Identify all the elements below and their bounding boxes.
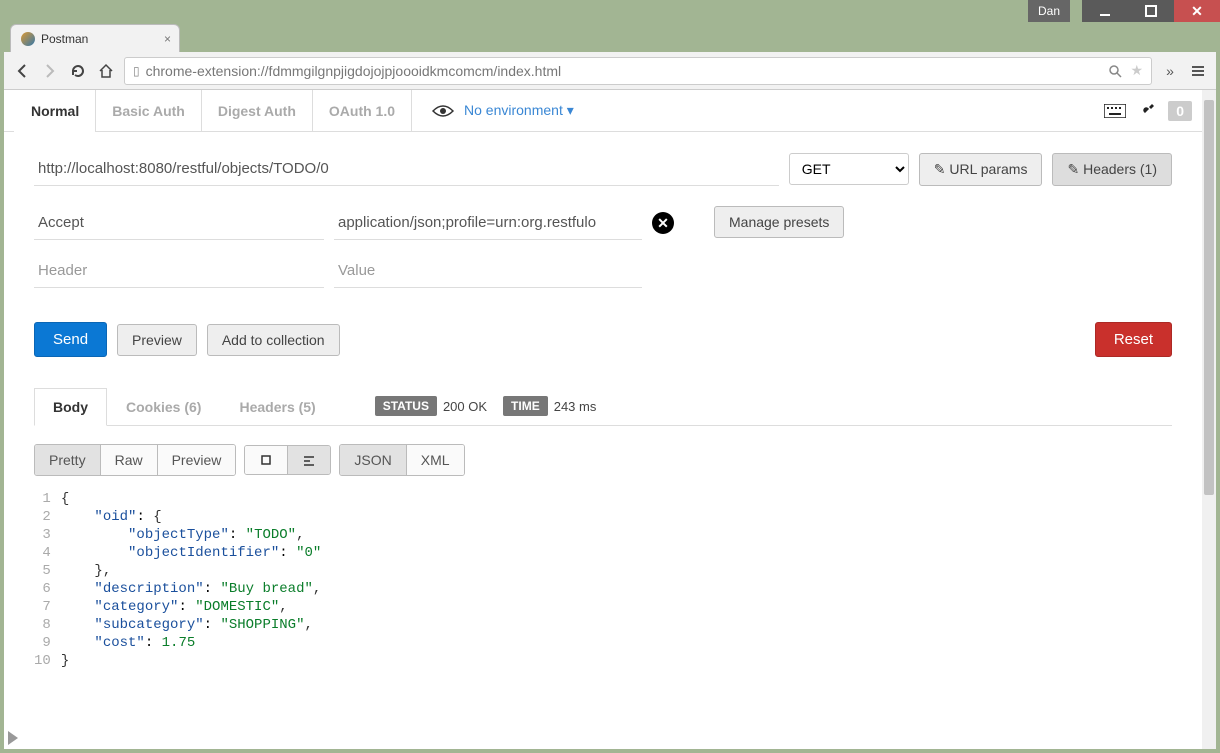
format-group: JSON XML	[339, 444, 464, 476]
request-row: GET ✎ URL params ✎ Headers (1)	[34, 152, 1172, 186]
nav-toolbar: ▯ ★ »	[4, 52, 1216, 90]
page-icon: ▯	[133, 64, 140, 78]
auth-tab-oauth1[interactable]: OAuth 1.0	[313, 90, 412, 132]
address-input[interactable]	[146, 63, 1109, 79]
header-value-input[interactable]	[334, 206, 642, 240]
zoom-icon[interactable]	[1108, 64, 1122, 78]
back-button[interactable]	[12, 61, 32, 81]
send-button[interactable]: Send	[34, 322, 107, 357]
remove-header-button[interactable]: ✕	[652, 212, 674, 234]
http-method-select[interactable]: GET	[789, 153, 909, 185]
response-tabs: Body Cookies (6) Headers (5) STATUS 200 …	[34, 387, 1172, 426]
auth-tab-basic[interactable]: Basic Auth	[96, 90, 202, 132]
manage-presets-button[interactable]: Manage presets	[714, 206, 844, 238]
edit-icon: ✎	[934, 161, 946, 177]
response-status-info: STATUS 200 OK TIME 243 ms	[375, 396, 607, 416]
tab-title: Postman	[41, 32, 88, 46]
reset-button[interactable]: Reset	[1095, 322, 1172, 357]
pretty-button[interactable]: Pretty	[35, 445, 101, 475]
preview-response-button[interactable]: Preview	[158, 445, 236, 475]
settings-icon[interactable]	[1138, 102, 1156, 120]
eye-icon[interactable]	[432, 104, 454, 118]
response-tab-body[interactable]: Body	[34, 388, 107, 426]
response-tab-cookies[interactable]: Cookies (6)	[107, 388, 220, 426]
tab-close-button[interactable]: ×	[164, 32, 171, 46]
header-key-input-new[interactable]	[34, 254, 324, 288]
time-label: TIME	[503, 396, 548, 416]
view-mode-row: Pretty Raw Preview JSON XML	[34, 444, 1172, 476]
raw-button[interactable]: Raw	[101, 445, 158, 475]
edit-icon: ✎	[1067, 161, 1079, 177]
url-params-label: URL params	[949, 161, 1027, 177]
status-label: STATUS	[375, 396, 437, 416]
history-count-badge[interactable]: 0	[1168, 101, 1192, 121]
content-area: Normal Basic Auth Digest Auth OAuth 1.0 …	[4, 90, 1216, 749]
home-button[interactable]	[96, 61, 116, 81]
overflow-button[interactable]: »	[1160, 61, 1180, 81]
response-tab-headers[interactable]: Headers (5)	[220, 388, 334, 426]
action-row: Send Preview Add to collection Reset	[34, 322, 1172, 357]
expand-triangle-icon[interactable]	[8, 731, 18, 745]
window-minimize-button[interactable]	[1082, 0, 1128, 22]
browser-window: Postman × ▯ ★ »	[0, 22, 1220, 753]
preview-button[interactable]: Preview	[117, 324, 197, 356]
forward-button[interactable]	[40, 61, 60, 81]
user-badge: Dan	[1028, 0, 1070, 22]
xml-button[interactable]: XML	[407, 445, 464, 475]
keyboard-icon[interactable]	[1104, 104, 1126, 118]
add-to-collection-button[interactable]: Add to collection	[207, 324, 340, 356]
environment-selector[interactable]: No environment ▾	[464, 102, 574, 119]
tab-strip: Postman ×	[4, 22, 1216, 52]
window-titlebar: Dan ✕	[0, 0, 1220, 22]
auth-tabs: Normal Basic Auth Digest Auth OAuth 1.0	[14, 90, 412, 132]
url-params-button[interactable]: ✎ URL params	[919, 153, 1043, 186]
time-value: 243 ms	[554, 399, 597, 414]
wrap-icon[interactable]	[288, 446, 330, 474]
auth-tab-digest[interactable]: Digest Auth	[202, 90, 313, 132]
auth-tab-normal[interactable]: Normal	[14, 90, 96, 132]
menu-button[interactable]	[1188, 61, 1208, 81]
favicon-icon	[21, 32, 35, 46]
headers-toggle-button[interactable]: ✎ Headers (1)	[1052, 153, 1172, 186]
scrollbar-thumb[interactable]	[1204, 100, 1214, 495]
headers-section: ✕ Manage presets	[34, 206, 1172, 302]
window-maximize-button[interactable]	[1128, 0, 1174, 22]
wrap-group	[244, 445, 331, 475]
line-numbers: 12345678910	[34, 490, 61, 670]
header-row: ✕	[34, 206, 674, 240]
bookmark-star-icon[interactable]: ★	[1130, 62, 1143, 79]
vertical-scrollbar[interactable]	[1202, 90, 1216, 749]
address-bar[interactable]: ▯ ★	[124, 57, 1152, 85]
postman-top-toolbar: Normal Basic Auth Digest Auth OAuth 1.0 …	[4, 90, 1202, 132]
code-content[interactable]: { "oid": { "objectType": "TODO", "object…	[61, 490, 321, 670]
header-key-input[interactable]	[34, 206, 324, 240]
render-mode-group: Pretty Raw Preview	[34, 444, 236, 476]
headers-toggle-label: Headers (1)	[1083, 161, 1157, 177]
header-row-new	[34, 254, 674, 288]
copy-icon[interactable]	[245, 446, 288, 474]
reload-button[interactable]	[68, 61, 88, 81]
request-url-input[interactable]	[34, 152, 779, 186]
header-value-input-new[interactable]	[334, 254, 642, 288]
window-close-button[interactable]: ✕	[1174, 0, 1220, 22]
browser-tab[interactable]: Postman ×	[10, 24, 180, 52]
json-button[interactable]: JSON	[340, 445, 406, 475]
response-body-viewer[interactable]: 12345678910 { "oid": { "objectType": "TO…	[34, 490, 1172, 670]
status-value: 200 OK	[443, 399, 487, 414]
environment-label: No environment	[464, 102, 563, 118]
